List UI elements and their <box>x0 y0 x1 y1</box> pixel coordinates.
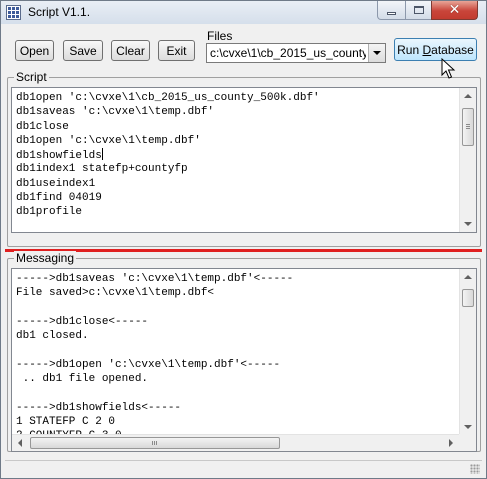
scroll-up-button[interactable] <box>460 88 476 104</box>
text-line <box>16 343 293 357</box>
arrow-right-icon <box>449 439 453 447</box>
messaging-group: Messaging ----->db1saveas 'c:\cvxe\1\tem… <box>7 251 481 452</box>
script-group-label: Script <box>14 70 49 84</box>
save-button[interactable]: Save <box>63 40 103 61</box>
mouse-pointer-icon <box>441 58 456 79</box>
text-line: db1 closed. <box>16 329 293 343</box>
line-text: ----->db1saveas 'c:\cvxe\1\temp.dbf'<---… <box>16 273 294 285</box>
status-bar <box>5 460 482 475</box>
script-editor[interactable]: db1open 'c:\cvxe\1\cb_2015_us_county_500… <box>11 87 477 233</box>
run-label-mnemonic: D <box>422 42 432 57</box>
open-button[interactable]: Open <box>15 40 54 61</box>
text-line: ----->db1saveas 'c:\cvxe\1\temp.dbf'<---… <box>16 272 293 286</box>
pane-splitter[interactable] <box>5 249 482 252</box>
resize-grip-icon[interactable] <box>470 464 480 474</box>
scroll-corner <box>459 434 476 451</box>
messaging-lines: ----->db1saveas 'c:\cvxe\1\temp.dbf'<---… <box>16 272 293 444</box>
text-line <box>16 386 293 400</box>
line-text: ----->db1close<----- <box>16 315 149 328</box>
arrow-left-icon <box>18 439 22 447</box>
text-line: db1showfields <box>16 148 320 162</box>
line-text: File saved>c:\cvxe\1\temp.dbf< <box>16 287 215 300</box>
text-line: db1close <box>16 120 320 134</box>
files-selected-value: c:\cvxe\1\cb_2015_us_county_ <box>210 46 366 60</box>
client-area: Open Save Clear Exit Files c:\cvxe\1\cb_… <box>5 24 482 476</box>
title-bar[interactable]: Script V1.1. ✕ <box>1 1 486 24</box>
exit-button[interactable]: Exit <box>158 40 195 61</box>
text-caret <box>101 148 103 161</box>
script-scroll-thumb[interactable] <box>462 108 474 146</box>
line-text: db1profile <box>16 206 83 219</box>
script-group: Script db1open 'c:\cvxe\1\cb_2015_us_cou… <box>7 70 481 247</box>
arrow-up-icon <box>464 275 472 279</box>
arrow-down-icon <box>464 222 472 226</box>
files-label: Files <box>207 29 233 43</box>
arrow-up-icon <box>464 94 472 98</box>
maximize-icon <box>413 6 424 14</box>
text-line: .. db1 file opened. <box>16 372 293 386</box>
run-label-prefix: Run <box>397 42 423 57</box>
scroll-down-button[interactable] <box>460 216 476 232</box>
run-database-button[interactable]: Run Database <box>394 38 477 61</box>
line-text: db1index1 statefp+countyfp <box>16 163 188 176</box>
text-line: db1index1 statefp+countyfp <box>16 162 320 176</box>
line-text: ----->db1showfields<----- <box>16 401 182 414</box>
text-line: File saved>c:\cvxe\1\temp.dbf< <box>16 286 293 300</box>
chevron-down-icon <box>373 51 381 55</box>
line-text: db1 closed. <box>16 330 89 343</box>
app-window: Script V1.1. ✕ Open Save Clear Exit File… <box>0 0 487 479</box>
minimize-icon <box>387 12 396 15</box>
close-icon: ✕ <box>448 2 461 18</box>
line-text: db1showfields <box>16 150 102 163</box>
close-button[interactable]: ✕ <box>431 1 478 20</box>
scroll-right-button[interactable] <box>443 435 459 451</box>
line-text: ----->db1open 'c:\cvxe\1\temp.dbf'<----- <box>16 358 281 371</box>
messaging-group-label: Messaging <box>14 251 77 265</box>
messaging-vertical-scrollbar[interactable] <box>459 269 476 435</box>
text-line: db1open 'c:\cvxe\1\cb_2015_us_county_500… <box>16 91 320 105</box>
text-line <box>16 301 293 315</box>
text-line: ----->db1close<----- <box>16 315 293 329</box>
app-grid-icon <box>6 5 21 20</box>
script-lines: db1open 'c:\cvxe\1\cb_2015_us_county_500… <box>16 91 320 220</box>
scroll-up-button[interactable] <box>460 269 476 285</box>
arrow-down-icon <box>464 425 472 429</box>
clear-button[interactable]: Clear <box>111 40 150 61</box>
messaging-output[interactable]: ----->db1saveas 'c:\cvxe\1\temp.dbf'<---… <box>11 268 477 452</box>
script-vertical-scrollbar[interactable] <box>459 88 476 232</box>
line-text: .. db1 file opened. <box>16 373 149 386</box>
messaging-hscroll-thumb[interactable] <box>30 437 280 449</box>
text-line: ----->db1open 'c:\cvxe\1\temp.dbf'<----- <box>16 358 293 372</box>
window-title: Script V1.1. <box>28 5 91 19</box>
minimize-button[interactable] <box>377 1 406 20</box>
text-line: db1profile <box>16 205 320 219</box>
text-line: db1open 'c:\cvxe\1\temp.dbf' <box>16 134 320 148</box>
text-line: db1saveas 'c:\cvxe\1\temp.dbf' <box>16 105 320 119</box>
line-text: db1open 'c:\cvxe\1\cb_2015_us_county_500… <box>16 92 320 104</box>
line-text: db1close <box>16 120 69 133</box>
messaging-scroll-thumb[interactable] <box>462 289 474 307</box>
maximize-button[interactable] <box>405 1 432 20</box>
line-text: db1find 04019 <box>16 192 102 205</box>
line-text: db1open 'c:\cvxe\1\temp.dbf' <box>16 134 201 147</box>
text-line: db1find 04019 <box>16 191 320 205</box>
scroll-down-button[interactable] <box>460 419 476 435</box>
dropdown-arrow-button[interactable] <box>368 44 385 62</box>
line-text: db1saveas 'c:\cvxe\1\temp.dbf' <box>16 106 215 119</box>
run-label-suffix: atabase <box>431 42 474 57</box>
line-text: db1useindex1 <box>16 177 96 190</box>
text-line: ----->db1showfields<----- <box>16 401 293 415</box>
scroll-left-button[interactable] <box>12 435 28 451</box>
line-text: 1 STATEFP C 2 0 <box>16 415 116 428</box>
text-line: 1 STATEFP C 2 0 <box>16 415 293 429</box>
messaging-horizontal-scrollbar[interactable] <box>12 434 459 451</box>
files-dropdown[interactable]: c:\cvxe\1\cb_2015_us_county_ <box>206 43 386 63</box>
text-line: db1useindex1 <box>16 177 320 191</box>
